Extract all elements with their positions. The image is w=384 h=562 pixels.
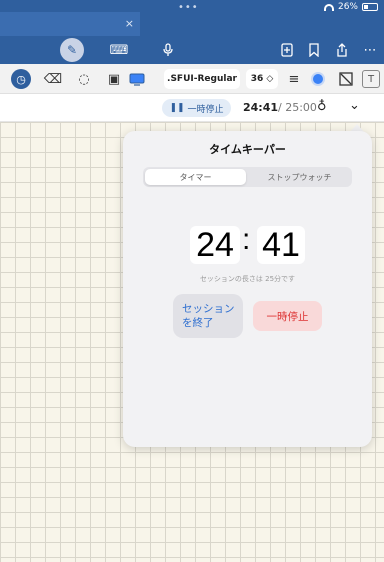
image-icon: ▣ [107,71,121,87]
chevron-down-icon[interactable]: ⌄ [349,98,360,113]
clock-icon: ◷ [16,72,26,86]
minutes-display: 24 [190,226,240,264]
battery-icon [362,3,378,11]
mode-segmented-control: タイマー ストップウォッチ [143,167,352,187]
align-icon: ≡ [288,71,300,87]
keyboard-button[interactable]: ⌨ [108,39,130,61]
tools-bar: ◷ ⌫ ◌ ▣ .SFUI-Regular 36 ◇ ≡ T [0,64,384,94]
lasso-button[interactable]: ◌ [73,68,95,90]
color-picker[interactable] [311,72,325,86]
timer-button[interactable]: ◷ [11,69,31,89]
segment-timer[interactable]: タイマー [145,169,246,185]
text-icon: T [367,73,375,85]
lasso-icon: ◌ [78,71,90,87]
main-toolbar: ✎ ⌨ ⋯ [0,36,384,64]
end-session-label-line2: を終了 [182,317,214,329]
end-session-button[interactable]: セッション を終了 [173,294,243,338]
eraser-button[interactable]: ⌫ [42,68,64,90]
segment-stopwatch[interactable]: ストップウォッチ [249,169,350,185]
more-icon: ⋯ [363,42,377,58]
share-icon [337,43,347,57]
seconds-display: 41 [257,226,305,264]
battery-percentage: 26% [337,2,358,12]
keyboard-icon: ⌨ [109,42,129,58]
pause-icon: ❚❚ [169,103,185,113]
bookmark-button[interactable] [303,39,325,61]
document-tab[interactable]: × [0,12,140,36]
end-session-label-line1: セッション [182,303,235,315]
close-tab-icon[interactable]: × [125,17,134,30]
pause-timer-button[interactable]: ❚❚ 一時停止 [162,99,231,117]
timer-status-bar: ❚❚ 一時停止 24:41/ 25:00 ♁ ⌄ [0,94,384,122]
more-button[interactable]: ⋯ [359,39,381,61]
textbox-button[interactable] [126,68,148,90]
add-page-button[interactable] [276,39,298,61]
bookmark-icon [309,43,319,57]
align-button[interactable]: ≡ [283,68,305,90]
font-size-selector[interactable]: 36 ◇ [246,69,278,89]
shape-button[interactable] [335,68,357,90]
microphone-icon [163,43,173,56]
timer-readout: 24:41/ 25:00 [243,101,317,114]
text-style-button[interactable]: T [362,70,380,88]
pause-label: 一時停止 [187,104,224,115]
image-button[interactable]: ▣ [103,68,125,90]
wifi-icon [323,3,334,11]
popover-title: タイムキーパー [209,143,286,156]
slash-box-icon [339,72,353,86]
pen-mode-button[interactable]: ✎ [60,38,84,62]
pen-icon: ✎ [66,43,78,57]
textbox-icon [129,73,145,86]
session-length-note: セッションの長さは 25分です [199,275,296,283]
share-button[interactable] [331,39,353,61]
font-family-selector[interactable]: .SFUI-Regular [164,69,240,89]
multitasking-dots[interactable]: ••• [178,2,199,13]
tomato-icon[interactable]: ♁ [317,99,327,114]
status-indicators: 26% [323,2,378,12]
pause-button[interactable]: 一時停止 [253,301,322,331]
eraser-icon: ⌫ [43,71,63,87]
elapsed-time: 24:41 [243,101,279,114]
time-separator: : [242,223,251,256]
timekeeper-popover: タイムキーパー タイマー ストップウォッチ 24 : 41 セッションの長さは … [123,131,372,447]
add-page-icon [281,43,293,57]
total-time: / 25:00 [278,101,317,114]
microphone-button[interactable] [157,39,179,61]
